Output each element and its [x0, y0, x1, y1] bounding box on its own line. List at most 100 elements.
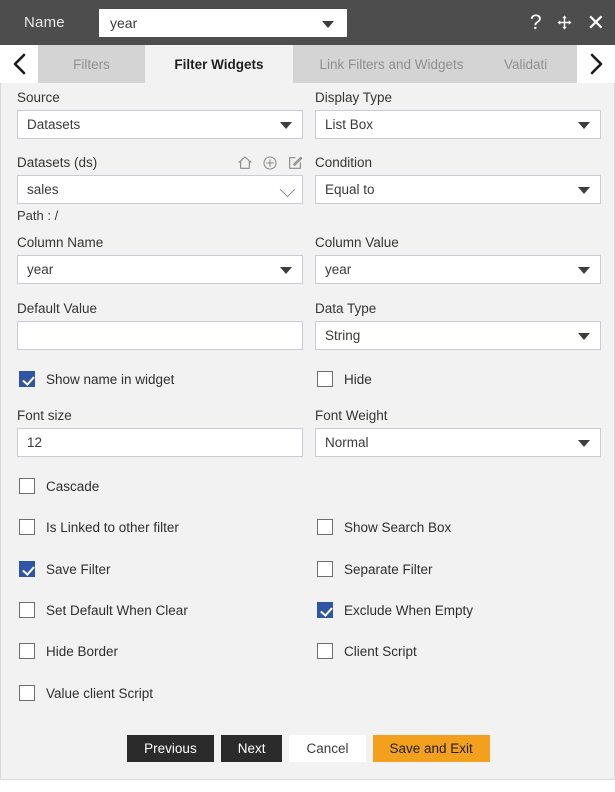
display-type-select[interactable]: List Box: [315, 110, 601, 139]
chevron-down-icon: [578, 122, 590, 129]
close-icon[interactable]: ✕: [587, 11, 605, 34]
checkbox-label: Hide Border: [46, 643, 119, 659]
data-type-label: Data Type: [315, 301, 377, 316]
filter-widgets-panel: Source Datasets Display Type List Box Da…: [0, 83, 615, 780]
field-datasets: Datasets (ds) sales Path: /: [17, 155, 303, 223]
name-select-value: year: [110, 15, 138, 31]
checkbox-hide[interactable]: Hide: [317, 371, 372, 387]
column-value-value: year: [325, 262, 352, 277]
checkbox-box: [317, 561, 333, 577]
source-select[interactable]: Datasets: [17, 110, 303, 139]
condition-select[interactable]: Equal to: [315, 175, 601, 204]
move-arrows-icon[interactable]: [556, 14, 573, 31]
font-size-input[interactable]: 12: [17, 428, 303, 457]
checkbox-label: Separate Filter: [344, 561, 433, 577]
checkbox-show-name-in-widget[interactable]: Show name in widget: [19, 371, 174, 387]
checkbox-box: [317, 519, 333, 535]
column-value-label: Column Value: [315, 235, 399, 250]
checkbox-box: [317, 602, 333, 618]
home-icon[interactable]: [237, 155, 253, 171]
checkbox-show-search-box[interactable]: Show Search Box: [317, 519, 451, 535]
datasets-actions: [237, 155, 303, 171]
field-condition: Condition Equal to: [315, 155, 601, 204]
checkbox-set-default-when-clear[interactable]: Set Default When Clear: [19, 602, 188, 618]
cancel-button[interactable]: Cancel: [289, 735, 366, 762]
checkbox-exclude-when-empty[interactable]: Exclude When Empty: [317, 602, 473, 618]
add-circle-icon[interactable]: [262, 155, 278, 171]
tab-scroll-left-button[interactable]: [0, 45, 38, 83]
checkbox-label: Show name in widget: [46, 371, 175, 387]
filter-widgets-form: Source Datasets Display Type List Box Da…: [1, 83, 614, 779]
chevron-down-icon: [578, 187, 590, 194]
tab-validation[interactable]: Validati: [490, 45, 576, 83]
source-label: Source: [17, 90, 60, 105]
checkbox-box: [19, 561, 35, 577]
checkbox-separate-filter[interactable]: Separate Filter: [317, 561, 433, 577]
tab-scroll-right-button[interactable]: [577, 45, 615, 83]
data-type-value: String: [325, 328, 361, 343]
field-column-name: Column Name year: [17, 235, 303, 284]
edit-pencil-icon[interactable]: [287, 155, 303, 171]
save-and-exit-button[interactable]: Save and Exit: [372, 735, 490, 762]
column-name-select[interactable]: year: [17, 255, 303, 284]
chevron-left-icon: [13, 53, 25, 75]
name-label: Name: [24, 14, 65, 31]
checkbox-label: Save Filter: [46, 561, 111, 577]
font-size-label: Font size: [17, 408, 72, 423]
data-type-select[interactable]: String: [315, 321, 601, 350]
checkbox-box: [19, 685, 35, 701]
chevron-down-icon: [280, 267, 292, 274]
checkbox-box: [317, 643, 333, 659]
tab-validation-label: Validati: [504, 56, 548, 72]
field-default-value: Default Value: [17, 301, 303, 350]
dialog-button-bar: Previous Next Cancel Save and Exit: [1, 735, 615, 762]
column-value-select[interactable]: year: [315, 255, 601, 284]
datasets-value: sales: [27, 182, 59, 197]
display-type-value: List Box: [325, 117, 374, 132]
tab-filters[interactable]: Filters: [38, 45, 145, 83]
question-mark-icon[interactable]: ?: [530, 12, 542, 33]
checkbox-cascade[interactable]: Cascade: [19, 478, 99, 494]
chevron-down-icon: [578, 267, 590, 274]
font-weight-label: Font Weight: [315, 408, 388, 423]
tab-filter-widgets-label: Filter Widgets: [174, 56, 264, 72]
field-font-size: Font size 12: [17, 408, 303, 457]
font-weight-select[interactable]: Normal: [315, 428, 601, 457]
checkbox-label: Exclude When Empty: [344, 602, 474, 618]
source-value: Datasets: [27, 117, 81, 132]
name-select[interactable]: year: [99, 9, 347, 37]
next-button[interactable]: Next: [220, 735, 283, 762]
tab-list: Filters Filter Widgets Link Filters and …: [38, 45, 577, 83]
checkbox-box: [19, 478, 35, 494]
checkbox-box: [19, 519, 35, 535]
datasets-select[interactable]: sales: [17, 175, 303, 204]
column-name-value: year: [27, 262, 54, 277]
checkbox-label: Value client Script: [46, 685, 154, 701]
display-type-label: Display Type: [315, 90, 393, 105]
default-value-input[interactable]: [17, 321, 303, 350]
checkbox-label: Is Linked to other filter: [46, 519, 179, 535]
checkbox-is-linked-to-other-filter[interactable]: Is Linked to other filter: [19, 519, 179, 535]
filter-widgets-dialog: Name year ? ✕ Filters Filter Widgets Lin…: [0, 0, 615, 792]
tab-link-filters-and-widgets-label: Link Filters and Widgets: [319, 56, 464, 72]
checkbox-box: [19, 643, 35, 659]
tab-link-filters-and-widgets[interactable]: Link Filters and Widgets: [293, 45, 490, 83]
checkbox-value-client-script[interactable]: Value client Script: [19, 685, 153, 701]
previous-button[interactable]: Previous: [127, 735, 214, 762]
condition-value: Equal to: [325, 182, 375, 197]
default-value-label: Default Value: [17, 301, 98, 316]
checkbox-box: [19, 371, 35, 387]
checkbox-label: Cascade: [46, 478, 100, 494]
field-column-value: Column Value year: [315, 235, 601, 284]
column-name-label: Column Name: [17, 235, 104, 250]
tab-filter-widgets[interactable]: Filter Widgets: [145, 45, 293, 83]
chevron-down-icon: [279, 181, 296, 198]
chevron-down-icon: [280, 122, 292, 129]
checkbox-box: [317, 371, 333, 387]
checkbox-hide-border[interactable]: Hide Border: [19, 643, 118, 659]
tab-filters-label: Filters: [73, 56, 110, 72]
chevron-right-icon: [590, 53, 602, 75]
checkbox-client-script[interactable]: Client Script: [317, 643, 417, 659]
checkbox-save-filter[interactable]: Save Filter: [19, 561, 111, 577]
font-weight-value: Normal: [325, 435, 369, 450]
